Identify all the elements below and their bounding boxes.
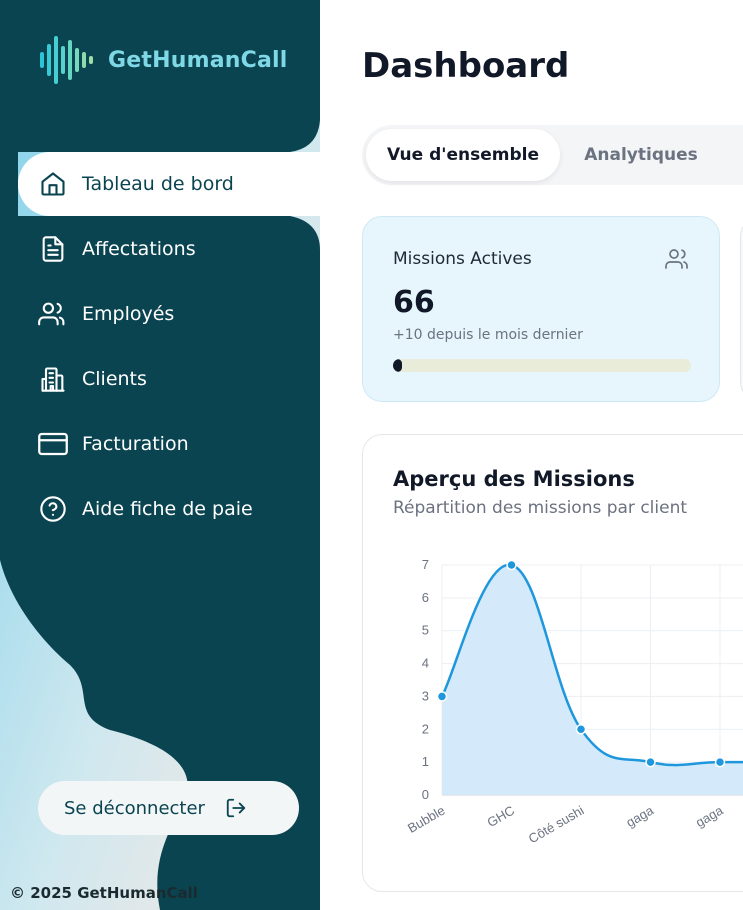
copyright: © 2025 GetHumanCall bbox=[10, 884, 198, 902]
x-tick-label: gaga bbox=[623, 802, 656, 830]
sidebar-item-employes[interactable]: Employés bbox=[18, 282, 320, 346]
y-tick-label: 7 bbox=[422, 557, 429, 572]
logout-button[interactable]: Se déconnecter bbox=[38, 781, 299, 835]
y-tick-label: 4 bbox=[422, 656, 429, 671]
sidebar-item-affectations[interactable]: Affectations bbox=[18, 217, 320, 281]
credit-card-icon bbox=[38, 429, 68, 459]
brand-name: GetHumanCall bbox=[108, 47, 288, 73]
data-point bbox=[506, 559, 517, 571]
users-icon bbox=[38, 299, 68, 329]
tab-bar: Vue d'ensemble Analytiques bbox=[362, 125, 743, 185]
sidebar-item-label: Affectations bbox=[82, 238, 196, 260]
home-icon bbox=[38, 169, 68, 199]
y-tick-label: 0 bbox=[422, 787, 429, 802]
stat-value: 66 bbox=[393, 285, 435, 320]
sidebar-item-label: Tableau de bord bbox=[82, 173, 234, 195]
users-icon bbox=[665, 247, 691, 275]
y-tick-label: 2 bbox=[422, 721, 429, 736]
y-tick-label: 6 bbox=[422, 590, 429, 605]
sidebar-item-label: Facturation bbox=[82, 433, 189, 455]
building-icon bbox=[38, 364, 68, 394]
brand-logo[interactable]: GetHumanCall bbox=[38, 34, 287, 86]
page-title: Dashboard bbox=[362, 46, 570, 86]
tab-vue-d-ensemble[interactable]: Vue d'ensemble bbox=[366, 129, 560, 181]
x-tick-label: GHC bbox=[484, 803, 517, 830]
y-tick-label: 3 bbox=[422, 688, 429, 703]
y-tick-label: 5 bbox=[422, 623, 429, 638]
tab-analytiques[interactable]: Analytiques bbox=[566, 129, 716, 181]
data-point bbox=[575, 724, 587, 735]
progress-fill bbox=[393, 359, 402, 372]
logout-icon bbox=[225, 797, 247, 819]
stat-card-missions-actives: Missions Actives 66 +10 depuis le mois d… bbox=[362, 216, 720, 402]
x-tick-label: Côté sushi bbox=[526, 803, 587, 847]
document-icon bbox=[38, 234, 68, 264]
stat-subtext: +10 depuis le mois dernier bbox=[393, 327, 583, 343]
x-tick-label: Bubble bbox=[405, 803, 448, 836]
x-tick-label: gaga bbox=[693, 802, 726, 830]
data-point bbox=[436, 691, 448, 702]
stat-label: Missions Actives bbox=[393, 249, 532, 269]
data-point bbox=[714, 756, 726, 768]
missions-chart: 0 1 2 3 4 5 6 7 Bubble GHC Côté sushi gaga gaga bbox=[405, 557, 743, 847]
sidebar-item-label: Clients bbox=[82, 368, 147, 390]
sidebar-item-tableau-de-bord[interactable]: Tableau de bord bbox=[18, 152, 320, 216]
progress-bar bbox=[393, 359, 691, 372]
sidebar-item-clients[interactable]: Clients bbox=[18, 347, 320, 411]
sidebar-item-label: Aide fiche de paie bbox=[82, 498, 253, 520]
sidebar-item-aide-fiche-de-paie[interactable]: Aide fiche de paie bbox=[18, 477, 320, 541]
chart-card: Aperçu des Missions Répartition des miss… bbox=[362, 434, 743, 892]
sidebar: GetHumanCall Tableau de bord Affectation… bbox=[0, 0, 320, 910]
logout-label: Se déconnecter bbox=[64, 797, 205, 819]
sidebar-item-label: Employés bbox=[82, 303, 175, 325]
help-circle-icon bbox=[38, 494, 68, 524]
series-area bbox=[442, 564, 743, 795]
soundwave-icon bbox=[40, 36, 93, 84]
sidebar-item-facturation[interactable]: Facturation bbox=[18, 412, 320, 476]
data-point bbox=[645, 756, 656, 768]
y-tick-label: 1 bbox=[422, 754, 429, 769]
